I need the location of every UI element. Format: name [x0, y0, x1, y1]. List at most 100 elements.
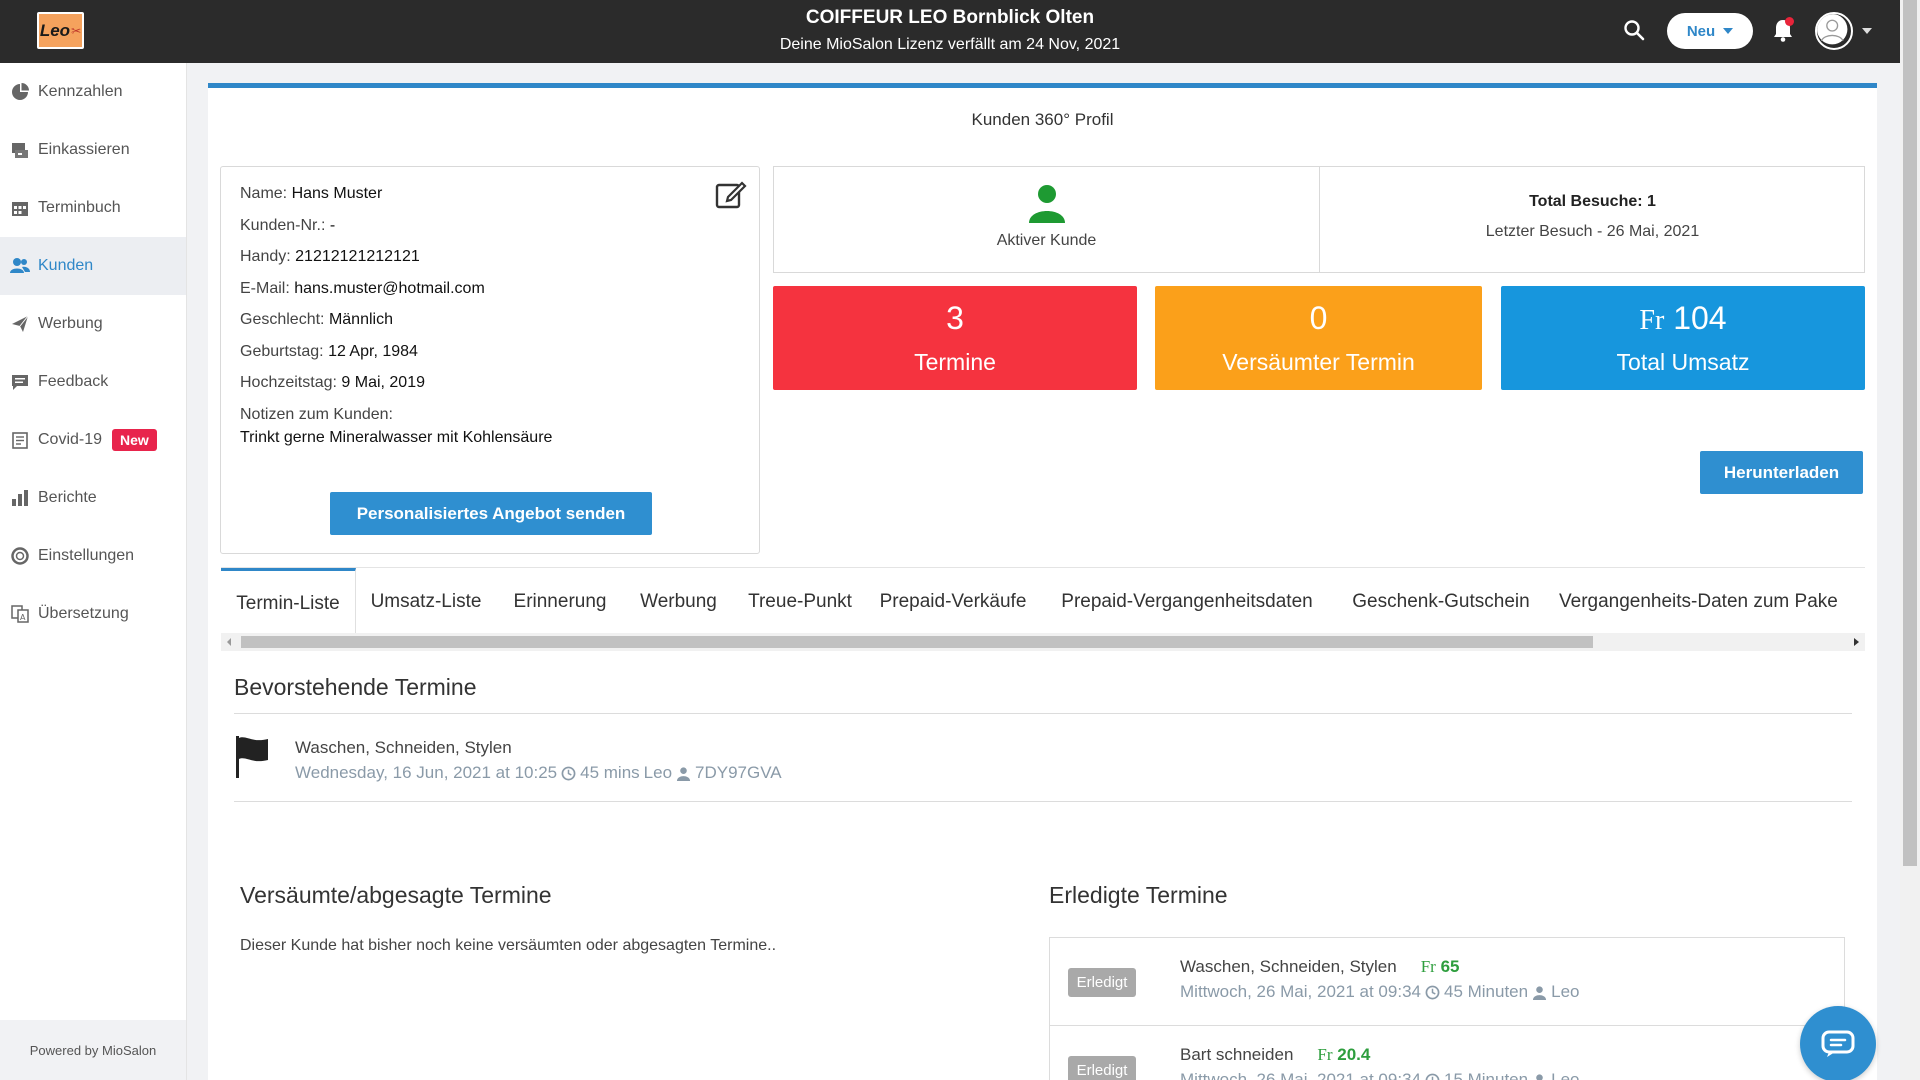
edit-icon[interactable]	[715, 179, 747, 209]
completed-service: Waschen, Schneiden, Stylen	[1180, 957, 1397, 976]
user-avatar-icon	[1817, 14, 1848, 45]
info-row-customer-number: Kunden-Nr.: -	[240, 217, 335, 235]
sidebar-item-feedback[interactable]: Feedback	[0, 353, 186, 411]
pie-chart-icon	[10, 82, 30, 102]
tabs-scrollbar-thumb[interactable]	[241, 636, 1593, 648]
field-label: Geschlecht:	[240, 311, 325, 328]
cash-register-icon	[10, 140, 30, 160]
field-value: Männlich	[328, 311, 393, 328]
sidebar-item-kennzahlen[interactable]: Kennzahlen	[0, 63, 186, 121]
tab-prepaid-vergangenheitsdaten[interactable]: Prepaid-Vergangenheitsdaten	[1039, 568, 1335, 636]
tab-erinnerung[interactable]: Erinnerung	[496, 568, 624, 636]
info-row-wedding-day: Hochzeitstag: 9 Mai, 2019	[240, 374, 425, 392]
comment-icon	[10, 372, 30, 392]
notes-value: Trinkt gerne Mineralwasser mit Kohlensäu…	[240, 429, 552, 447]
field-label: Handy:	[240, 248, 291, 265]
stat-card-missed[interactable]: 0 Versäumter Termin	[1155, 286, 1482, 390]
completed-duration: 15 Minuten	[1443, 1070, 1529, 1080]
completed-price: Fr 65	[1421, 957, 1460, 977]
new-dropdown-button[interactable]: Neu	[1667, 13, 1753, 49]
stat-label: Termine	[914, 349, 996, 375]
clock-icon	[1425, 985, 1440, 999]
tab-werbung[interactable]: Werbung	[624, 568, 733, 636]
total-visits: Total Besuche: 1	[1529, 193, 1656, 210]
stat-label: Versäumter Termin	[1222, 349, 1415, 375]
status-badge: Erledigt	[1068, 1056, 1136, 1080]
download-button[interactable]: Herunterladen	[1700, 451, 1863, 494]
sidebar-item-label: Kunden	[38, 257, 94, 274]
completed-price: Fr 20.4	[1317, 1045, 1370, 1065]
sidebar-item-terminbuch[interactable]: Terminbuch	[0, 179, 186, 237]
list-item[interactable]: Erledigt Waschen, Schneiden, Stylen Fr 6…	[1050, 938, 1844, 1025]
info-row-mobile: Handy: 21212121212121	[240, 248, 420, 266]
user-small-icon	[676, 766, 691, 781]
scroll-right-arrow-icon[interactable]	[1854, 638, 1859, 646]
price-amount: 65	[1440, 957, 1460, 976]
scroll-left-arrow-icon[interactable]	[227, 638, 231, 646]
customer-profile-panel: Kunden 360° Profil Name: Hans Muster Kun…	[208, 83, 1877, 1080]
price-amount: 20.4	[1337, 1045, 1371, 1064]
svg-text:A: A	[20, 613, 26, 622]
tab-prepaid-verkaeufe[interactable]: Prepaid-Verkäufe	[867, 568, 1039, 636]
avatar-chevron-down-icon[interactable]	[1862, 28, 1872, 34]
stat-card-total-revenue[interactable]: Fr 104 Total Umsatz	[1501, 286, 1865, 390]
sidebar-item-einstellungen[interactable]: Einstellungen	[0, 527, 186, 585]
sidebar-item-label: Einkassieren	[38, 141, 130, 158]
tabs-scrollbar[interactable]	[221, 633, 1865, 651]
calendar-icon	[10, 198, 30, 218]
stat-value: 3	[946, 300, 964, 336]
notes-text: Trinkt gerne Mineralwasser mit Kohlensäu…	[240, 429, 553, 446]
clock-icon	[1425, 1073, 1440, 1080]
field-label: Name:	[240, 185, 288, 202]
field-label: Kunden-Nr.:	[240, 217, 326, 234]
upcoming-duration: 45 mins	[580, 763, 640, 782]
completed-title: Erledigte Termine	[1049, 882, 1228, 908]
upcoming-service[interactable]: Waschen, Schneiden, Stylen	[295, 738, 512, 758]
stat-value: Fr 104	[1501, 299, 1865, 340]
upcoming-staff: Leo	[643, 763, 673, 782]
tab-umsatz-liste[interactable]: Umsatz-Liste	[356, 568, 496, 636]
sidebar-item-uebersetzung[interactable]: A Übersetzung	[0, 585, 186, 643]
completed-staff: Leo	[1551, 982, 1580, 1001]
send-offer-button[interactable]: Personalisiertes Angebot senden	[330, 492, 652, 535]
sidebar-item-kunden[interactable]: Kunden	[0, 237, 186, 295]
completed-details: Mittwoch, 26 Mai, 2021 at 09:34 45 Minut…	[1180, 982, 1579, 1002]
sidebar-item-werbung[interactable]: Werbung	[0, 295, 186, 353]
sidebar-item-einkassieren[interactable]: Einkassieren	[0, 121, 186, 179]
stat-card-appointments[interactable]: 3 Termine	[773, 286, 1137, 390]
revenue-amount: 104	[1673, 300, 1727, 336]
search-icon[interactable]	[1622, 18, 1646, 42]
tab-treue-punkt[interactable]: Treue-Punkt	[733, 568, 867, 636]
notification-dot	[1785, 17, 1794, 26]
list-item[interactable]: Erledigt Bart schneiden Fr 20.4 Mittwoch…	[1050, 1025, 1844, 1080]
lifebuoy-icon	[10, 546, 30, 566]
user-small-icon	[1536, 1073, 1543, 1080]
page-scrollbar-thumb[interactable]	[1903, 0, 1917, 866]
sidebar-item-berichte[interactable]: Berichte	[0, 469, 186, 527]
last-visit: Letzter Besuch - 26 Mai, 2021	[1485, 223, 1700, 240]
field-value: 21212121212121	[295, 248, 420, 265]
user-avatar[interactable]	[1815, 12, 1853, 50]
page-scrollbar[interactable]	[1900, 0, 1920, 1080]
upcoming-datetime: Wednesday, 16 Jun, 2021 at 10:25	[295, 763, 558, 782]
info-row-birthday: Geburtstag: 12 Apr, 1984	[240, 343, 418, 361]
completed-datetime: Mittwoch, 26 Mai, 2021 at 09:34	[1180, 1070, 1421, 1080]
field-label: Hochzeitstag:	[240, 374, 337, 391]
completed-datetime: Mittwoch, 26 Mai, 2021 at 09:34	[1180, 982, 1421, 1001]
user-small-icon	[1533, 985, 1547, 1000]
chat-button[interactable]	[1800, 1006, 1876, 1080]
users-icon	[10, 256, 30, 276]
sidebar-item-covid-19[interactable]: Covid-19 New	[0, 411, 186, 469]
tab-geschenk-gutschein[interactable]: Geschenk-Gutschein	[1335, 568, 1547, 636]
sidebar-item-label: Übersetzung	[38, 605, 129, 622]
tab-termin-liste[interactable]: Termin-Liste	[221, 568, 356, 636]
powered-by: Powered by MioSalon	[0, 1020, 186, 1080]
page-title: Kunden 360° Profil	[971, 110, 1114, 129]
clipboard-icon	[10, 430, 30, 450]
field-value: -	[329, 217, 336, 234]
sidebar: Kennzahlen Einkassieren Terminbuch Kunde…	[0, 63, 187, 1080]
tab-vergangenheits-daten-pakete[interactable]: Vergangenheits-Daten zum Pake	[1547, 568, 1865, 636]
sidebar-item-label: Terminbuch	[38, 199, 121, 216]
chevron-down-icon	[1723, 28, 1734, 34]
bar-chart-icon	[10, 488, 30, 508]
